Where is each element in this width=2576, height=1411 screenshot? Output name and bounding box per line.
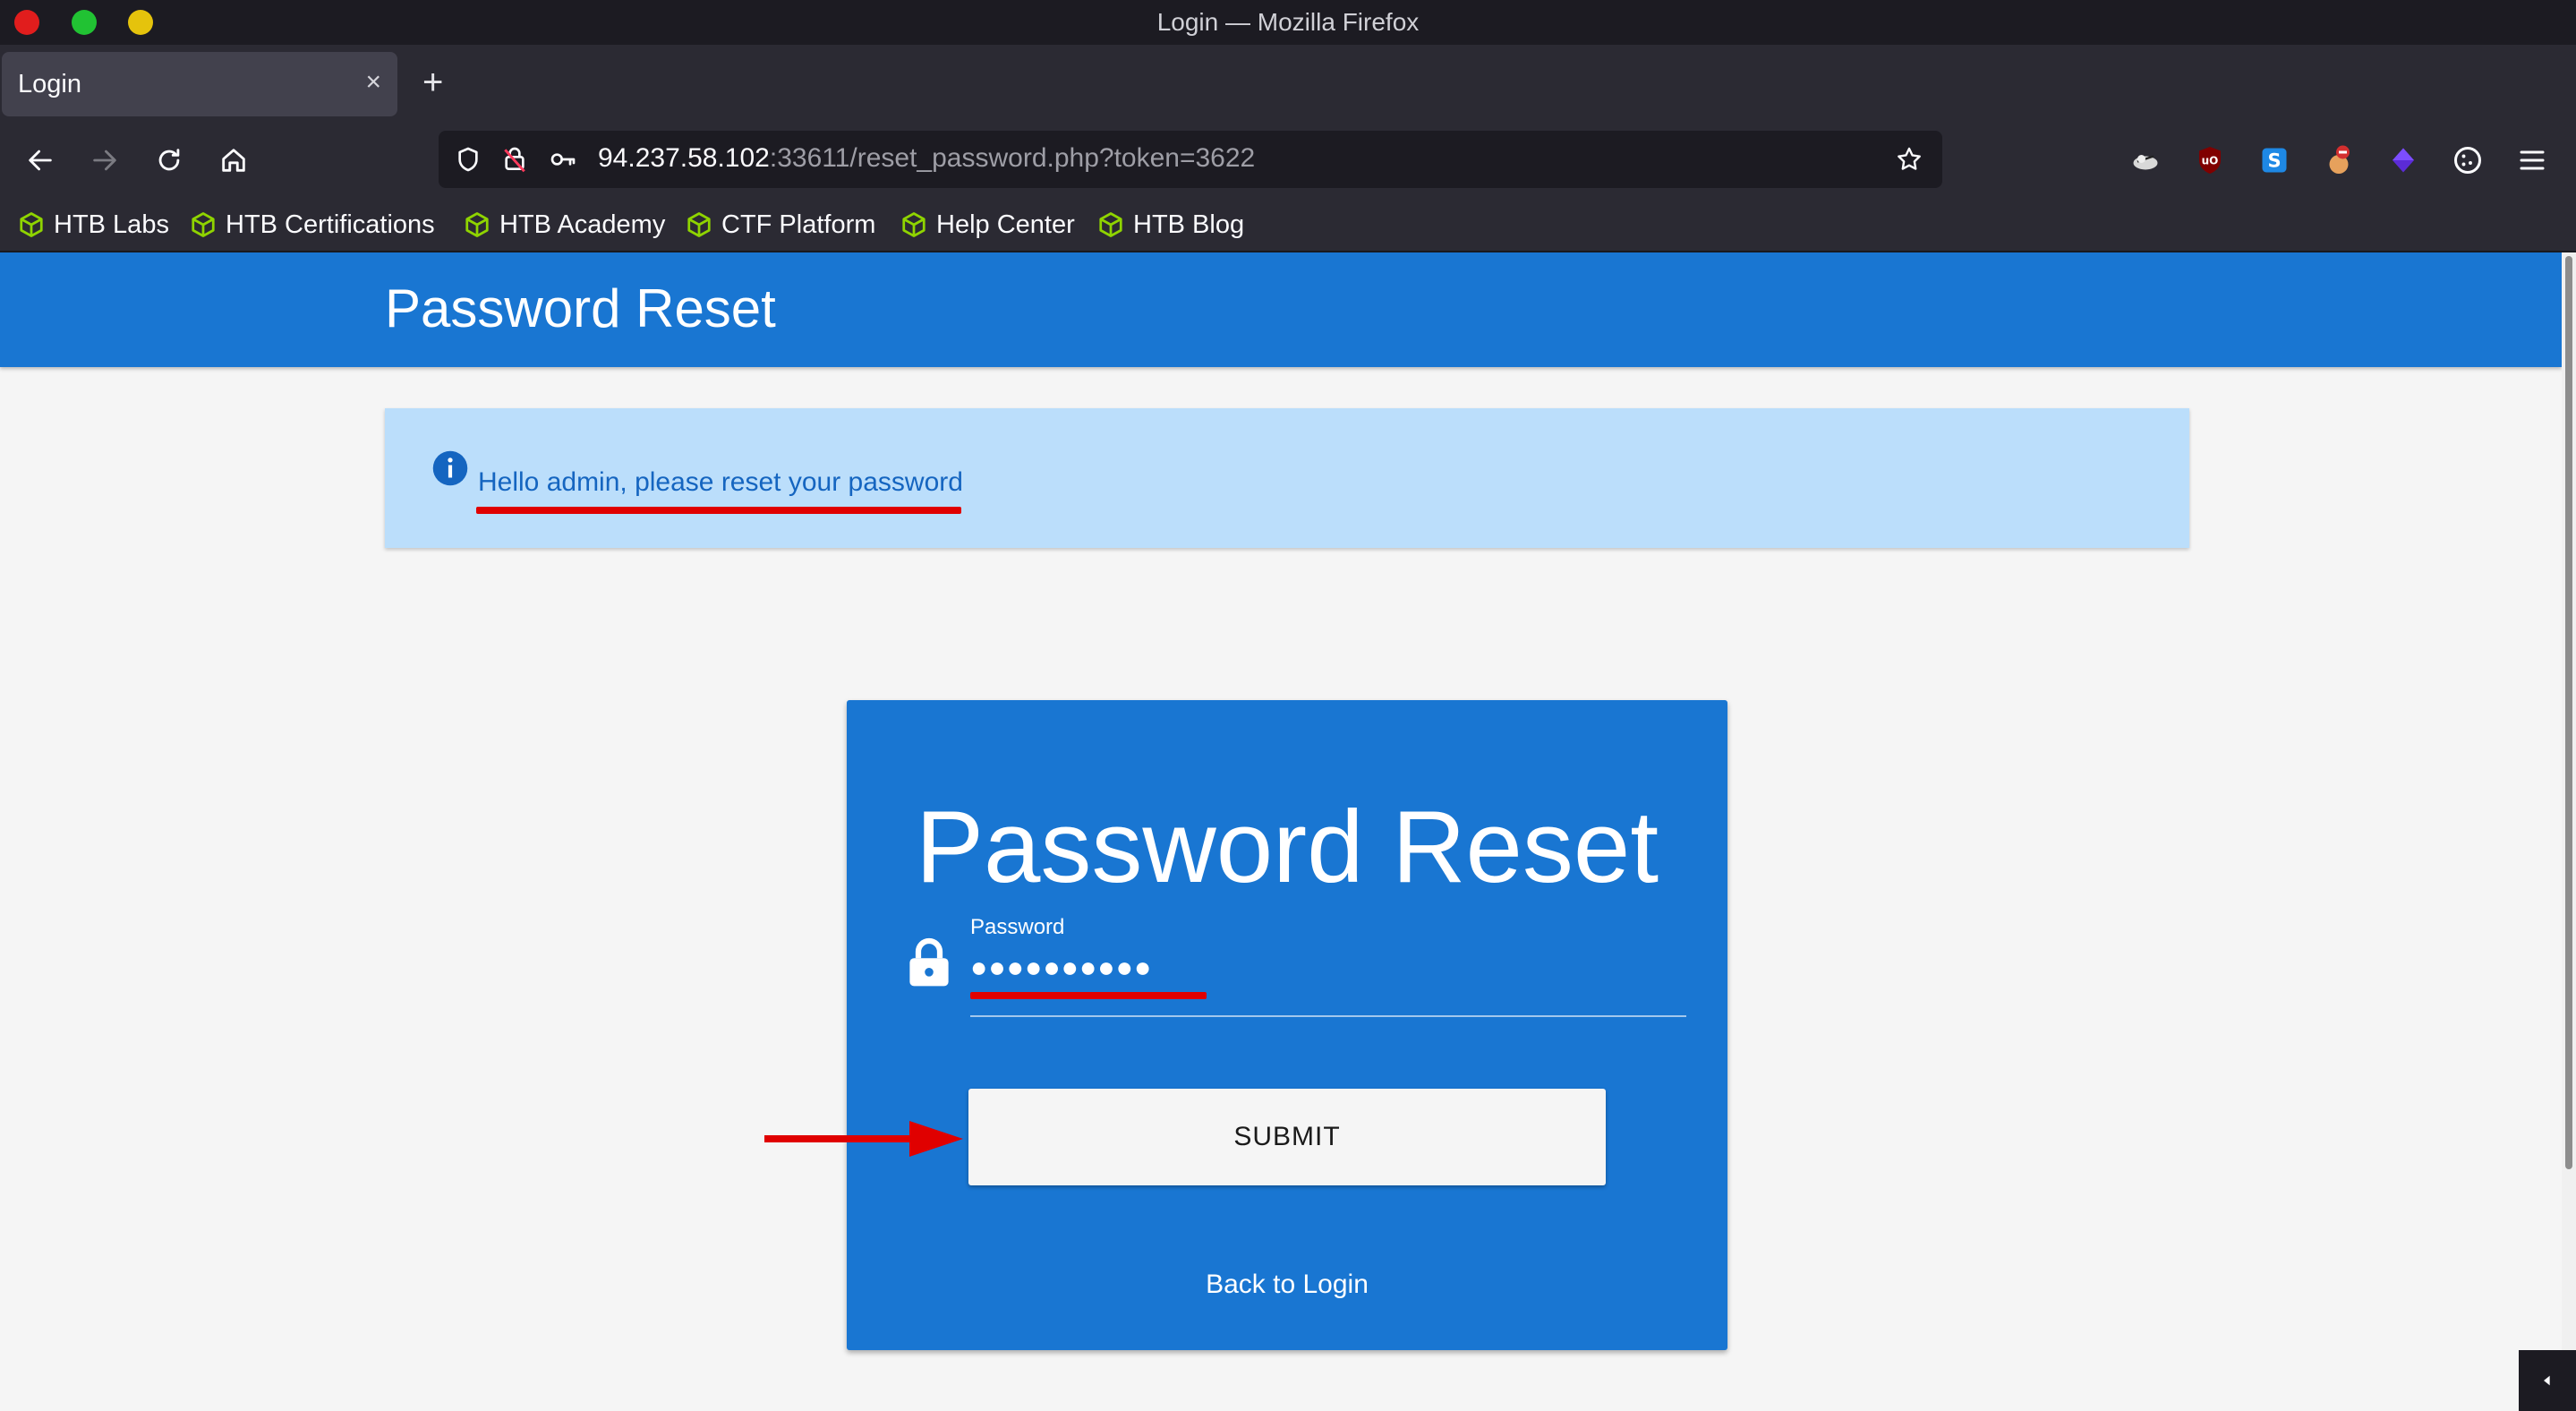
cookie-icon[interactable] — [2449, 141, 2486, 179]
url-host: 94.237.58.102 — [598, 143, 770, 173]
info-alert: Hello admin, please reset your password — [385, 408, 2189, 548]
bookmark-label: CTF Platform — [721, 210, 876, 239]
shield-icon[interactable] — [451, 142, 485, 176]
bookmark-htb-labs[interactable]: HTB Labs — [18, 206, 169, 244]
password-input[interactable]: ●●●●●●●●●● — [970, 951, 1152, 984]
hexagon-cube-icon — [687, 212, 711, 237]
page-content: Password Reset Hello admin, please reset… — [0, 252, 2562, 1411]
tab-login[interactable]: Login × — [2, 52, 397, 116]
fox-extension-icon[interactable] — [2320, 141, 2358, 179]
password-field-line — [970, 1015, 1686, 1017]
cloud-extension-icon[interactable] — [2127, 141, 2164, 179]
key-icon[interactable] — [546, 142, 580, 176]
menu-icon[interactable] — [2513, 141, 2551, 179]
bookmark-label: HTB Blog — [1133, 210, 1245, 239]
page-title: Password Reset — [385, 278, 776, 338]
hexagon-cube-icon — [20, 212, 43, 237]
annotation-underline — [970, 992, 1207, 999]
tab-close-icon[interactable]: × — [365, 64, 381, 100]
url-text[interactable]: 94.237.58.102:33611/reset_password.php?t… — [598, 143, 1255, 174]
scroll-thumb[interactable] — [2565, 256, 2572, 1169]
insecure-lock-icon[interactable] — [498, 142, 532, 176]
svg-text:uO: uO — [2202, 155, 2219, 167]
sidebar-toggle-button[interactable] — [2519, 1350, 2576, 1411]
bookmark-help-center[interactable]: Help Center — [900, 206, 1075, 244]
url-path: :33611/reset_password.php?token=3622 — [769, 143, 1256, 173]
password-label: Password — [970, 915, 1065, 939]
bookmark-htb-certifications[interactable]: HTB Certifications — [190, 206, 435, 244]
bookmark-ctf-platform[interactable]: CTF Platform — [686, 206, 875, 244]
tab-title: Login — [18, 70, 81, 98]
new-tab-button[interactable]: + — [422, 63, 443, 102]
window-title: Login — Mozilla Firefox — [1156, 8, 1420, 36]
bookmark-htb-academy[interactable]: HTB Academy — [464, 206, 665, 244]
bookmark-label: HTB Academy — [499, 210, 666, 239]
back-arrow-icon[interactable] — [20, 140, 61, 181]
bookmark-label: HTB Labs — [54, 210, 169, 239]
back-to-login-link[interactable]: Back to Login — [847, 1270, 1727, 1300]
alert-message: Hello admin, please reset your password — [478, 467, 963, 497]
bookmark-htb-blog[interactable]: HTB Blog — [1097, 206, 1244, 244]
annotation-arrow — [764, 1121, 963, 1157]
card-title: Password Reset — [915, 791, 1659, 904]
bookmarks-toolbar: HTB Labs HTB Certifications HTB Academy … — [0, 199, 2576, 252]
svg-text:S: S — [2267, 150, 2281, 172]
hexagon-cube-icon — [1099, 212, 1122, 237]
hexagon-cube-icon — [902, 212, 925, 237]
home-icon[interactable] — [213, 140, 254, 181]
lock-icon — [909, 937, 949, 987]
forward-arrow-icon[interactable] — [84, 140, 125, 181]
tab-strip: Login × + — [0, 45, 2576, 122]
app-header: Password Reset — [0, 252, 2562, 367]
bookmark-label: Help Center — [936, 210, 1075, 239]
caret-left-icon — [2544, 1375, 2550, 1386]
navigation-toolbar: 94.237.58.102:33611/reset_password.php?t… — [0, 122, 2576, 199]
info-icon — [432, 450, 468, 486]
window-titlebar: Login — Mozilla Firefox — [0, 0, 2576, 45]
hexagon-cube-icon — [192, 212, 215, 237]
s-extension-icon[interactable]: S — [2256, 141, 2293, 179]
password-reset-card: Password Reset Password ●●●●●●●●●● SUBMI… — [847, 700, 1727, 1350]
submit-button[interactable]: SUBMIT — [968, 1089, 1606, 1185]
annotation-underline — [476, 507, 961, 514]
reload-icon[interactable] — [149, 140, 190, 181]
bookmark-label: HTB Certifications — [226, 210, 435, 239]
url-bar[interactable]: 94.237.58.102:33611/reset_password.php?t… — [439, 131, 1942, 188]
ublock-icon[interactable]: uO — [2191, 141, 2229, 179]
page-scrollbar[interactable] — [2562, 252, 2576, 1411]
hexagon-cube-icon — [465, 212, 489, 237]
star-icon[interactable] — [1892, 142, 1926, 176]
purple-diamond-icon[interactable] — [2384, 141, 2422, 179]
